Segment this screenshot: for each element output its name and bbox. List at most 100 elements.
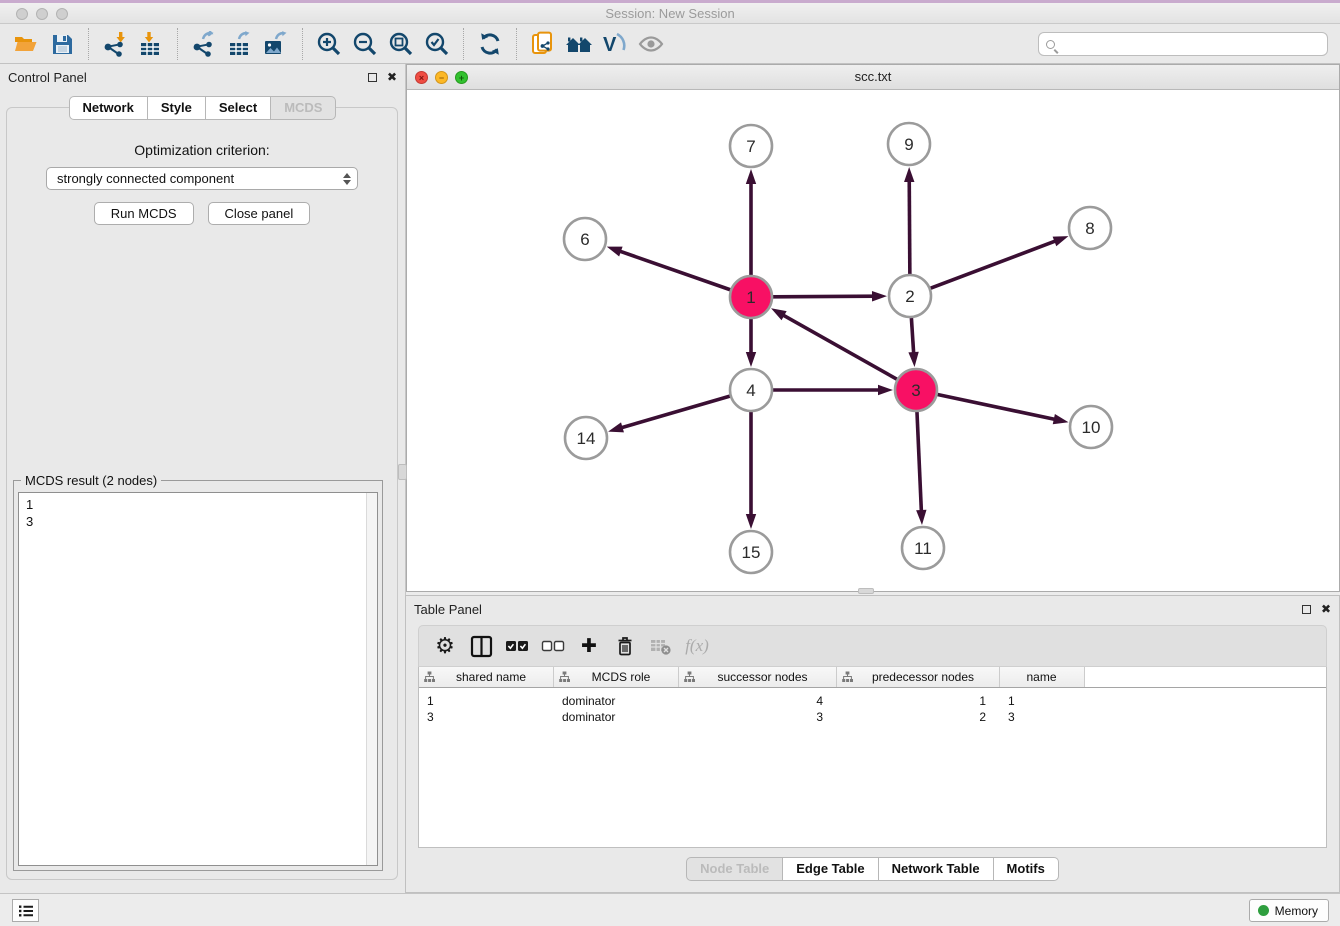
table-cell: 1 xyxy=(837,693,1000,709)
column-header-successor-nodes[interactable]: successor nodes xyxy=(679,667,837,687)
show-columns-button[interactable] xyxy=(463,629,499,663)
clone-network-button[interactable] xyxy=(525,27,561,61)
float-table-panel-icon[interactable] xyxy=(1302,605,1311,614)
export-network-button[interactable] xyxy=(186,27,222,61)
memory-label: Memory xyxy=(1275,904,1318,918)
main-toolbar: V xyxy=(0,24,1340,64)
zoom-fit-button[interactable] xyxy=(383,27,419,61)
column-header-name[interactable]: name xyxy=(1000,667,1085,687)
import-table-button[interactable] xyxy=(133,27,169,61)
graph-edge-1-6[interactable] xyxy=(618,251,730,290)
tab-select[interactable]: Select xyxy=(206,96,271,120)
toolbar-separator xyxy=(177,28,178,60)
export-table-icon xyxy=(227,31,253,57)
export-image-button[interactable] xyxy=(258,27,294,61)
create-column-button[interactable]: ✚ xyxy=(571,629,607,663)
tab-style[interactable]: Style xyxy=(148,96,206,120)
mcds-result-box[interactable]: 1 3 xyxy=(18,492,378,866)
select-all-icon xyxy=(505,639,529,653)
column-header-predecessor-nodes[interactable]: predecessor nodes xyxy=(837,667,1000,687)
float-panel-icon[interactable] xyxy=(368,73,377,82)
graph-edge-4-14[interactable] xyxy=(620,396,730,428)
column-header-shared-name[interactable]: shared name xyxy=(419,667,554,687)
tab-motifs[interactable]: Motifs xyxy=(994,857,1059,881)
table-panel: Table Panel ✖ ⚙ xyxy=(405,595,1340,893)
table-body: 1dominator4113dominator323 xyxy=(419,688,1326,725)
open-session-button[interactable] xyxy=(8,27,44,61)
result-scrollbar[interactable] xyxy=(366,493,377,865)
close-table-panel-icon[interactable]: ✖ xyxy=(1321,603,1331,615)
apply-layout-button[interactable] xyxy=(472,27,508,61)
network-window-titlebar[interactable]: × − + scc.txt xyxy=(407,65,1339,90)
export-image-icon xyxy=(263,31,289,57)
zoom-in-button[interactable] xyxy=(311,27,347,61)
edge-arrowhead-icon xyxy=(746,352,756,367)
export-table-button[interactable] xyxy=(222,27,258,61)
show-all-networks-button[interactable] xyxy=(561,27,597,61)
table-settings-button[interactable]: ⚙ xyxy=(427,629,463,663)
tab-network-table[interactable]: Network Table xyxy=(879,857,994,881)
run-mcds-button[interactable]: Run MCDS xyxy=(94,202,194,225)
memory-status-icon xyxy=(1258,905,1269,916)
tab-edge-table[interactable]: Edge Table xyxy=(783,857,878,881)
zoom-selected-button[interactable] xyxy=(419,27,455,61)
search-box[interactable] xyxy=(1038,32,1328,56)
vizmapper-button[interactable]: V xyxy=(597,27,633,61)
column-label: predecessor nodes xyxy=(853,670,999,684)
optimization-criterion-label: Optimization criterion: xyxy=(7,142,397,158)
eye-icon xyxy=(637,32,665,56)
hide-panel-button[interactable] xyxy=(633,27,669,61)
memory-button[interactable]: Memory xyxy=(1249,899,1329,922)
table-row[interactable]: 3dominator323 xyxy=(419,709,1326,725)
zoom-out-icon xyxy=(352,31,378,57)
vertical-splitter-handle[interactable] xyxy=(398,464,407,480)
criterion-dropdown[interactable]: strongly connected component xyxy=(46,167,358,190)
open-folder-icon xyxy=(13,32,39,56)
network-canvas[interactable]: 7968124314101511 xyxy=(407,90,1339,591)
horizontal-splitter-handle[interactable] xyxy=(858,588,874,594)
zoom-in-icon xyxy=(316,31,342,57)
unselect-all-columns-button[interactable] xyxy=(535,629,571,663)
import-network-icon xyxy=(102,31,128,57)
tab-network[interactable]: Network xyxy=(69,96,148,120)
function-builder-button[interactable]: f(x) xyxy=(679,629,715,663)
graph-edge-2-9[interactable] xyxy=(909,179,910,274)
control-panel-body: Optimization criterion: strongly connect… xyxy=(6,107,398,880)
graph-edge-1-2[interactable] xyxy=(773,296,875,297)
zoom-fit-icon xyxy=(388,31,414,57)
zoom-out-button[interactable] xyxy=(347,27,383,61)
table-cell: 3 xyxy=(679,709,837,725)
edge-arrowhead-icon xyxy=(916,510,926,525)
close-panel-icon[interactable]: ✖ xyxy=(387,71,397,83)
task-history-button[interactable] xyxy=(12,899,39,922)
graph-edge-3-10[interactable] xyxy=(938,395,1057,420)
vizmapper-icon: V xyxy=(602,31,628,57)
tab-mcds[interactable]: MCDS xyxy=(271,96,336,120)
list-icon xyxy=(18,904,34,918)
table-toolbar: ⚙ xyxy=(418,625,1327,667)
import-network-button[interactable] xyxy=(97,27,133,61)
graph-edge-2-3[interactable] xyxy=(911,318,913,355)
graph-edge-3-11[interactable] xyxy=(917,412,921,513)
edge-arrowhead-icon xyxy=(607,247,623,257)
save-icon xyxy=(50,32,74,56)
table-row[interactable]: 1dominator411 xyxy=(419,693,1326,709)
tab-node-table[interactable]: Node Table xyxy=(686,857,783,881)
column-header-MCDS-role[interactable]: MCDS role xyxy=(554,667,679,687)
control-panel-tabs: NetworkStyleSelectMCDS xyxy=(0,96,405,120)
delete-table-button[interactable] xyxy=(643,629,679,663)
search-input[interactable] xyxy=(1060,37,1327,51)
save-session-button[interactable] xyxy=(44,27,80,61)
graph-edge-2-8[interactable] xyxy=(931,240,1058,288)
toolbar-separator xyxy=(302,28,303,60)
select-all-columns-button[interactable] xyxy=(499,629,535,663)
toolbar-separator xyxy=(463,28,464,60)
column-label: successor nodes xyxy=(695,670,836,684)
table-cell: 4 xyxy=(679,693,837,709)
svg-text:V: V xyxy=(603,34,617,56)
graph-edge-3-1[interactable] xyxy=(781,314,896,379)
close-panel-button[interactable]: Close panel xyxy=(208,202,311,225)
home-networks-icon xyxy=(564,32,594,56)
session-title: Session: New Session xyxy=(0,6,1340,21)
delete-column-button[interactable] xyxy=(607,629,643,663)
